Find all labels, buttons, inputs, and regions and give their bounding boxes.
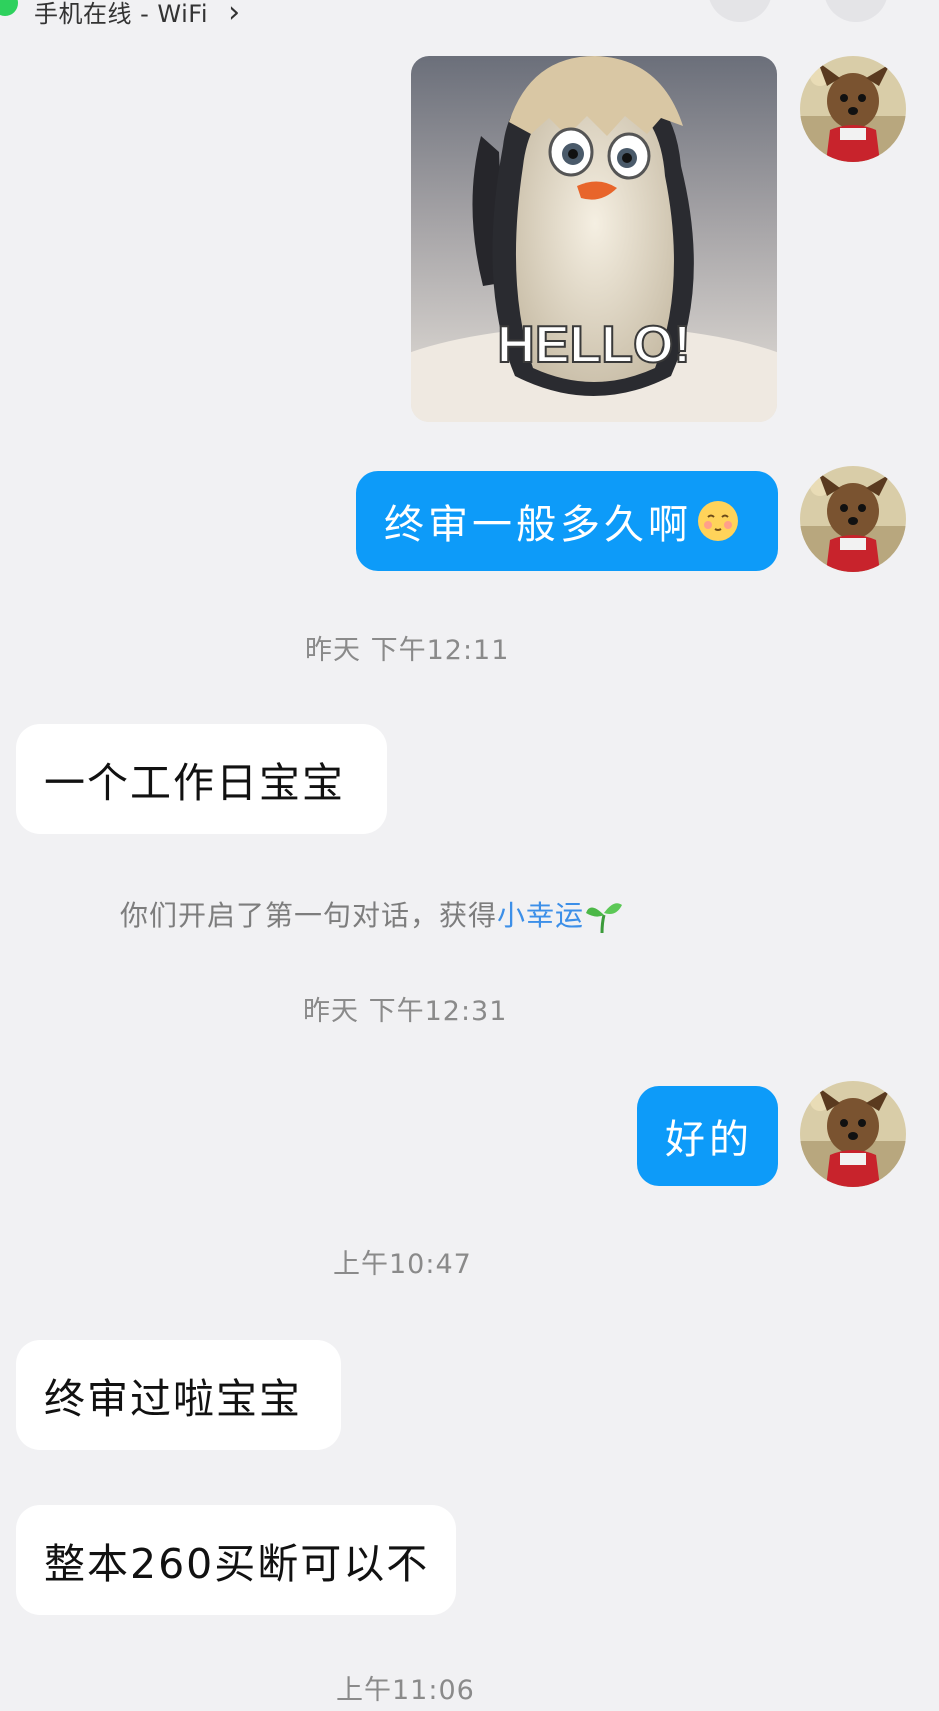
system-notice: 你们开启了第一句对话，获得小幸运: [120, 894, 624, 935]
my-message-bubble[interactable]: 终审一般多久啊: [356, 471, 778, 571]
message-text: 好的: [665, 1117, 753, 1163]
sticker-message[interactable]: HELLO!: [411, 56, 777, 422]
timestamp: 昨天 下午12:31: [303, 996, 508, 1027]
header-action-button[interactable]: [824, 0, 888, 22]
their-message-bubble[interactable]: 终审过啦宝宝: [16, 1340, 341, 1450]
their-message-bubble[interactable]: 整本260买断可以不: [16, 1505, 456, 1615]
sprout-icon: [586, 903, 623, 934]
my-message-bubble[interactable]: 好的: [637, 1086, 778, 1186]
dog-avatar-icon: [800, 466, 906, 572]
their-message-bubble[interactable]: 一个工作日宝宝: [16, 724, 387, 834]
message-text: 整本260买断可以不: [44, 1540, 430, 1588]
chat-header-status[interactable]: 手机在线 - WiFi ›: [0, 0, 939, 40]
message-text: 一个工作日宝宝: [44, 759, 345, 807]
avatar[interactable]: [800, 56, 906, 162]
lucky-link[interactable]: 小幸运: [497, 899, 584, 932]
online-status-dot: [0, 0, 18, 16]
online-status-label: 手机在线 - WiFi ›: [34, 0, 241, 30]
avatar[interactable]: [800, 1081, 906, 1187]
message-text: 终审过啦宝宝: [44, 1375, 302, 1423]
avatar[interactable]: [800, 466, 906, 572]
dog-avatar-icon: [800, 56, 906, 162]
penguin-hello-sticker: HELLO!: [411, 56, 777, 422]
sticker-caption: HELLO!: [497, 316, 691, 374]
timestamp: 上午11:06: [336, 1675, 475, 1706]
timestamp: 上午10:47: [333, 1249, 472, 1280]
header-action-button[interactable]: [708, 0, 772, 22]
chevron-right-icon: ›: [228, 0, 241, 30]
dog-avatar-icon: [800, 1081, 906, 1187]
message-text: 终审一般多久啊: [384, 502, 692, 548]
timestamp: 昨天 下午12:11: [305, 635, 510, 666]
shy-face-emoji-icon: [698, 501, 738, 541]
